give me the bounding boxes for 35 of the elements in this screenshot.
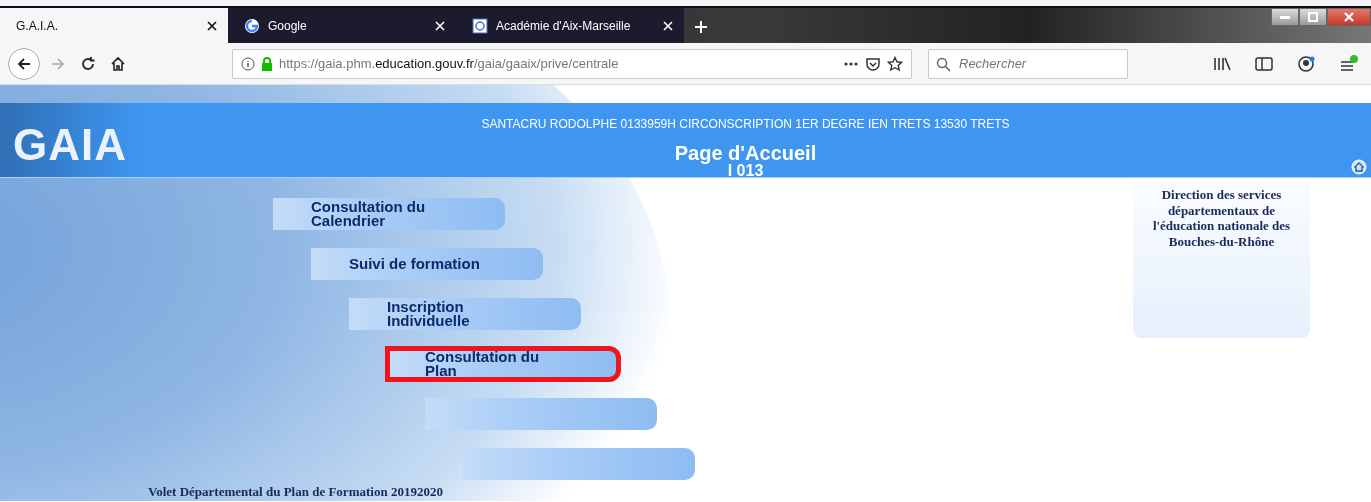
- reload-icon: [80, 55, 96, 72]
- info-icon[interactable]: [241, 56, 255, 71]
- forward-arrow-icon: [50, 55, 66, 72]
- search-field[interactable]: Rechercher: [928, 48, 1128, 79]
- info-panel: Direction des services départementaux de l'éducation nationale des Bouches-du-Rhône: [1133, 183, 1310, 338]
- back-button[interactable]: [8, 47, 40, 80]
- menu-button[interactable]: Consultation du Plan: [387, 348, 619, 380]
- pocket-icon[interactable]: [865, 55, 881, 72]
- url-text: https://gaia.phm.education.gouv.fr/gaia/gaaix/prive/centrale: [279, 54, 620, 73]
- menu-button[interactable]: Suivi de formation: [311, 248, 543, 280]
- minimize-button[interactable]: [1271, 8, 1299, 26]
- star-icon[interactable]: [887, 55, 903, 72]
- minimize-icon: [1280, 15, 1290, 19]
- menu-button[interactable]: Inscription Individuelle: [349, 298, 581, 330]
- browser-tab[interactable]: Google: [228, 8, 456, 43]
- maximize-icon: [1308, 12, 1318, 22]
- maximize-button[interactable]: [1299, 8, 1327, 26]
- close-icon: [1344, 12, 1354, 22]
- close-icon[interactable]: [206, 19, 218, 32]
- google-icon: [244, 17, 260, 34]
- close-window-button[interactable]: [1327, 8, 1371, 26]
- footer-text: Volet Départemental du Plan de Formation 20192020: [147, 483, 444, 501]
- address-bar[interactable]: https://gaia.phm.education.gouv.fr/gaia/gaaix/prive/centrale: [232, 48, 912, 79]
- padlock-icon: [261, 56, 273, 71]
- page-code: I 013: [727, 163, 764, 179]
- home-icon[interactable]: [1351, 159, 1367, 175]
- browser-tab[interactable]: G.A.I.A.: [0, 8, 228, 43]
- user-info: SANTACRU RODOLPHE 0133959H CIRCONSCRIPTION 1ER DEGRE IEN TRETS 13530 TRETS: [481, 116, 1010, 133]
- home-icon: [110, 55, 126, 72]
- more-icon[interactable]: [843, 60, 859, 67]
- back-arrow-icon: [16, 55, 32, 72]
- emblem-icon: [472, 17, 488, 34]
- browser-tab[interactable]: Académie d'Aix-Marseille: [456, 8, 684, 43]
- page-title: Page d'Accueil: [674, 143, 817, 163]
- menu-button[interactable]: Consultation du Calendrier: [273, 198, 505, 230]
